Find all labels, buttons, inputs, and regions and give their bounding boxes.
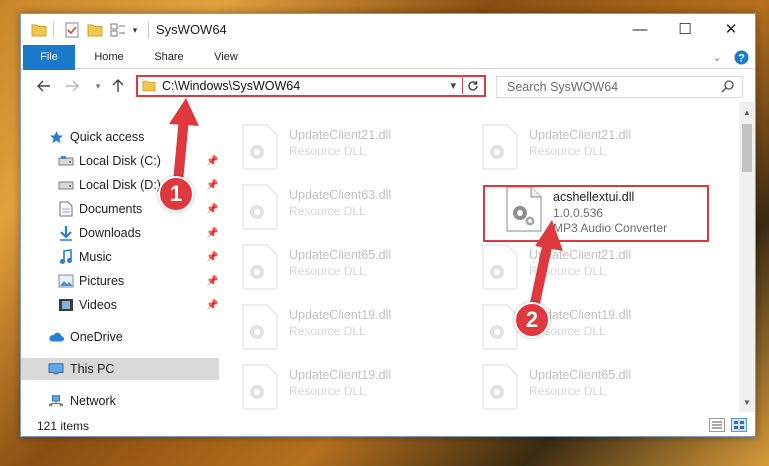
dll-file-icon <box>482 364 518 410</box>
status-bar: 121 items <box>21 414 755 436</box>
sidebar-item-quick-access[interactable]: Quick access <box>21 126 219 148</box>
search-icon[interactable] <box>721 80 734 96</box>
dll-file-icon <box>482 124 518 170</box>
star-icon <box>48 129 64 145</box>
file-item[interactable]: UpdateClient19.dll Resource DLL <box>241 364 471 412</box>
sidebar-item-downloads[interactable]: Downloads 📌 <box>21 222 219 244</box>
details-view-icon[interactable] <box>709 418 725 432</box>
svg-text:?: ? <box>738 52 745 64</box>
videos-icon <box>58 297 74 313</box>
up-arrow-icon[interactable] <box>109 77 127 95</box>
cloud-icon <box>48 329 64 345</box>
sidebar-item-this-pc[interactable]: This PC <box>21 358 219 380</box>
navigation-pane: Quick access Local Disk (C:) 📌 Local Dis… <box>21 102 219 412</box>
recent-locations-icon[interactable]: ▾ <box>89 77 107 95</box>
tiles-view-icon[interactable] <box>731 418 747 432</box>
pin-icon: 📌 <box>206 155 219 167</box>
dll-file-icon <box>482 304 518 350</box>
file-item[interactable]: UpdateClient63.dll Resource DLL <box>241 184 471 234</box>
drive-icon <box>58 153 74 169</box>
sidebar-item-onedrive[interactable]: OneDrive <box>21 326 219 348</box>
maximize-button[interactable]: ☐ <box>662 14 708 44</box>
documents-icon <box>58 201 74 217</box>
minimize-button[interactable]: — <box>617 14 663 44</box>
pin-icon: 📌 <box>206 203 219 215</box>
folder-icon <box>142 79 156 95</box>
music-icon <box>58 249 74 265</box>
file-list: UpdateClient21.dll Resource DLL UpdateCl… <box>219 102 739 412</box>
pin-icon: 📌 <box>206 275 219 287</box>
sidebar-item-music[interactable]: Music 📌 <box>21 246 219 268</box>
window-title: SysWOW64 <box>156 22 227 37</box>
address-path[interactable]: C:\Windows\SysWOW64 <box>162 79 300 93</box>
properties-icon[interactable] <box>63 21 81 39</box>
file-highlight-box <box>483 185 709 242</box>
title-bar: ▾ SysWOW64 — ☐ ✕ <box>21 14 755 45</box>
address-bar[interactable]: C:\Windows\SysWOW64 ▾ <box>136 75 486 97</box>
computer-icon <box>48 361 64 377</box>
sidebar-item-videos[interactable]: Videos 📌 <box>21 294 219 316</box>
dll-file-icon <box>242 244 278 290</box>
file-item[interactable]: UpdateClient21.dll Resource DLL <box>481 244 711 294</box>
file-item[interactable]: UpdateClient65.dll Resource DLL <box>241 244 471 294</box>
sidebar-item-network[interactable]: Network <box>21 390 219 412</box>
chevron-down-icon[interactable]: ▾ <box>450 79 456 92</box>
pin-icon: 📌 <box>206 179 219 191</box>
dll-file-icon <box>482 244 518 290</box>
folder-icon <box>31 21 47 39</box>
help-icon[interactable]: ? <box>733 49 749 65</box>
back-arrow-icon[interactable] <box>35 77 53 95</box>
new-folder-icon[interactable] <box>86 21 104 39</box>
search-placeholder: Search SysWOW64 <box>507 80 619 94</box>
step-2-badge: 2 <box>514 302 550 338</box>
close-button[interactable]: ✕ <box>708 14 754 44</box>
scroll-up-icon[interactable]: ▲ <box>739 104 755 120</box>
drive-icon <box>58 177 74 193</box>
customize-toolbar-icon[interactable] <box>109 21 127 39</box>
dll-file-icon <box>242 364 278 410</box>
chevron-down-icon[interactable]: ▾ <box>129 21 141 39</box>
search-input[interactable]: Search SysWOW64 <box>496 76 743 98</box>
dll-file-icon <box>242 304 278 350</box>
pin-icon: 📌 <box>206 299 219 311</box>
refresh-icon[interactable] <box>462 78 482 94</box>
expand-ribbon-icon[interactable]: ⌄ <box>709 49 725 65</box>
network-icon <box>48 393 64 409</box>
pin-icon: 📌 <box>206 251 219 263</box>
address-row: ▾ C:\Windows\SysWOW64 ▾ Search SysWOW64 <box>21 70 755 102</box>
file-item[interactable]: UpdateClient21.dll Resource DLL <box>241 124 471 174</box>
explorer-window: ▾ SysWOW64 — ☐ ✕ File Home Share View ⌄ … <box>20 13 756 437</box>
forward-arrow-icon[interactable] <box>63 77 81 95</box>
sidebar-item-pictures[interactable]: Pictures 📌 <box>21 270 219 292</box>
item-count: 121 items <box>37 419 90 433</box>
scroll-thumb[interactable] <box>742 124 752 172</box>
tab-home[interactable]: Home <box>87 45 131 69</box>
pictures-icon <box>58 273 74 289</box>
vertical-scrollbar[interactable]: ▲ ▼ <box>739 102 755 412</box>
pin-icon: 📌 <box>206 227 219 239</box>
download-icon <box>58 225 74 241</box>
title-divider <box>148 22 149 38</box>
scroll-down-icon[interactable]: ▼ <box>739 394 755 410</box>
ribbon-tabs: File Home Share View ⌄ ? <box>21 45 755 95</box>
sidebar-item-local-disk-c[interactable]: Local Disk (C:) 📌 <box>21 150 219 172</box>
step-1-badge: 1 <box>158 176 194 212</box>
dll-file-icon <box>242 184 278 230</box>
file-item[interactable]: UpdateClient19.dll Resource DLL <box>241 304 471 354</box>
dll-file-icon <box>242 124 278 170</box>
tab-share[interactable]: Share <box>147 45 191 69</box>
file-item[interactable]: UpdateClient65.dll Resource DLL <box>481 364 711 412</box>
file-item[interactable]: UpdateClient21.dll Resource DLL <box>481 124 711 174</box>
toolbar-divider <box>53 21 54 37</box>
tab-view[interactable]: View <box>204 45 248 69</box>
